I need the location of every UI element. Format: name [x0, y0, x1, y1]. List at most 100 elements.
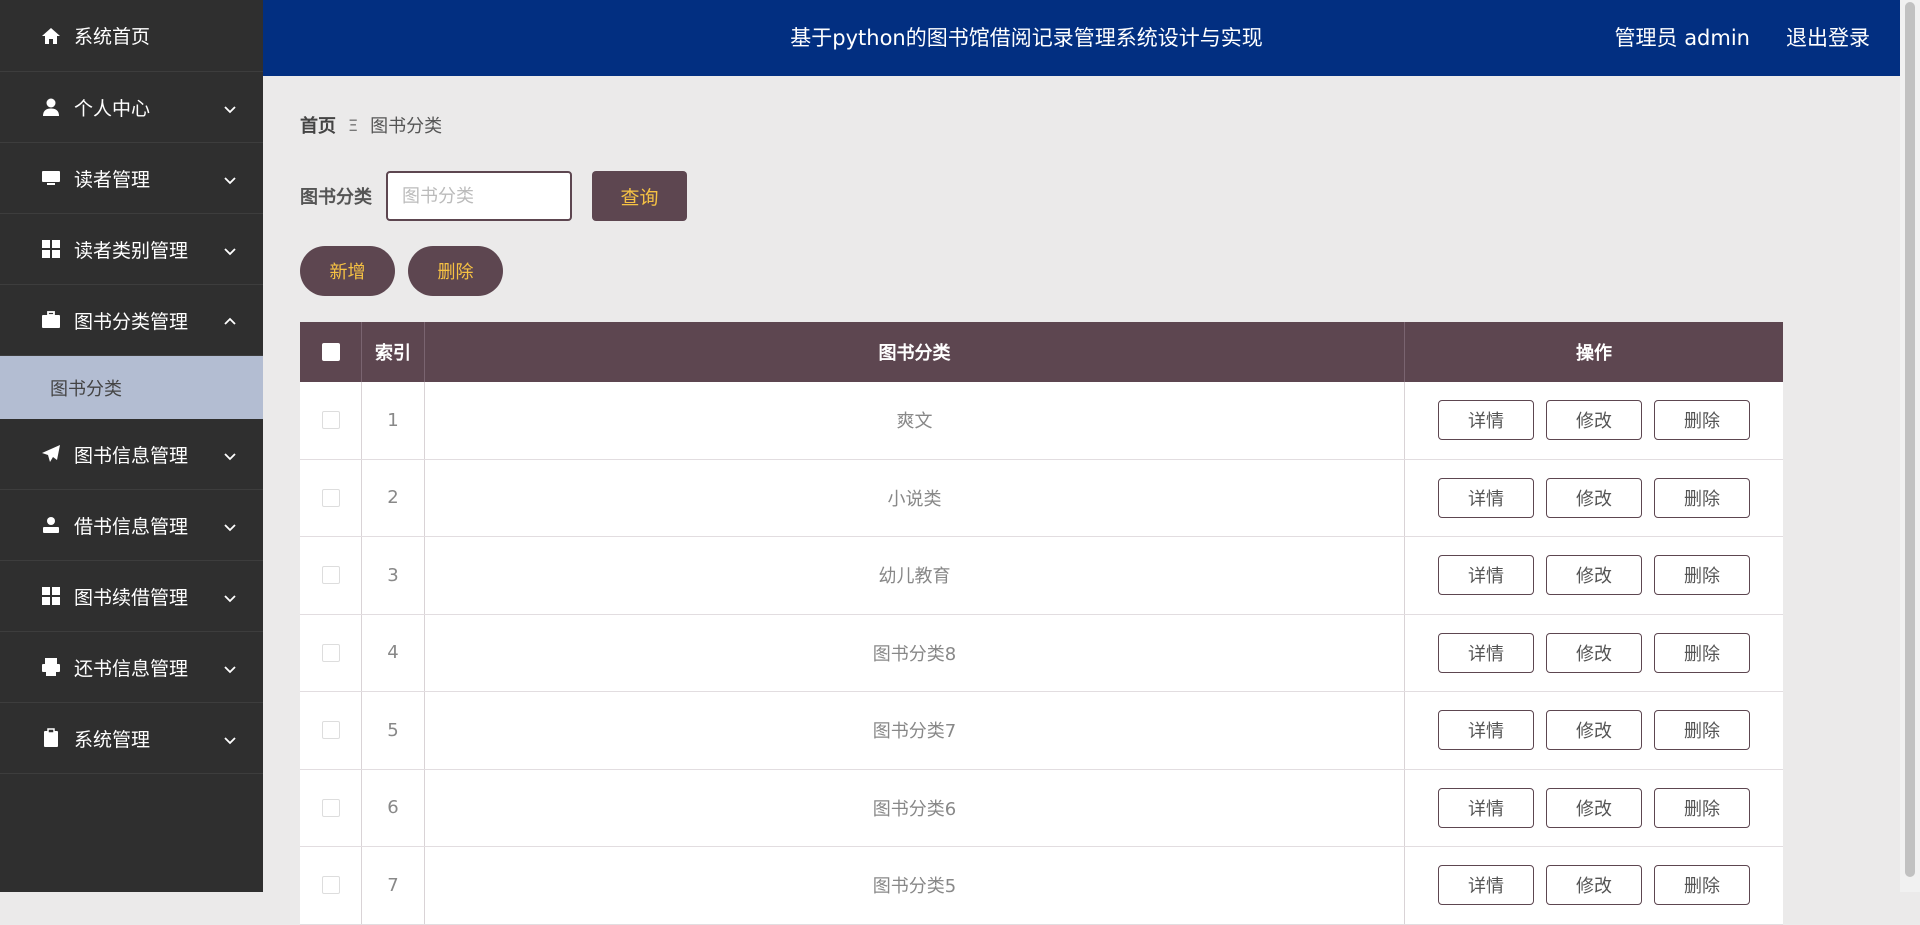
row-index: 4 [362, 614, 425, 691]
edit-button[interactable]: 修改 [1546, 477, 1642, 518]
breadcrumb-current: 图书分类 [370, 116, 443, 137]
row-checkbox-cell [300, 847, 362, 924]
table-row: 1 爽文 详情 修改 删除 [300, 382, 1783, 460]
row-checkbox[interactable] [321, 643, 340, 662]
edit-button[interactable]: 修改 [1546, 400, 1642, 441]
submenu-item-label: 图书分类 [50, 378, 122, 400]
user-card-icon [40, 514, 62, 536]
batch-delete-button[interactable]: 删除 [408, 246, 503, 296]
sidebar-item-label: 读者管理 [74, 168, 151, 191]
row-operations: 详情 修改 删除 [1405, 460, 1783, 537]
sidebar-item-reader-category-management[interactable]: 读者类别管理 [0, 214, 263, 285]
sidebar-item-return-info-management[interactable]: 还书信息管理 [0, 632, 263, 703]
row-checkbox[interactable] [321, 566, 340, 585]
sidebar-item-label: 系统管理 [74, 728, 151, 751]
edit-button[interactable]: 修改 [1546, 865, 1642, 906]
book-category-table: 索引 图书分类 操作 1 爽文 详情 修改 删除 2 小说类 详情 修改 删除 3 幼儿教育 详情 修改删… [300, 322, 1783, 925]
header-category: 图书分类 [425, 322, 1405, 382]
detail-button[interactable]: 详情 [1438, 400, 1534, 441]
paper-plane-icon [40, 443, 62, 465]
chevron-down-icon [223, 99, 237, 114]
row-category-name: 图书分类8 [425, 614, 1405, 691]
row-checkbox[interactable] [321, 411, 340, 430]
delete-button[interactable]: 删除 [1654, 477, 1750, 518]
sidebar-item-renew-management[interactable]: 图书续借管理 [0, 561, 263, 632]
table-body: 1 爽文 详情 修改 删除 2 小说类 详情 修改 删除 3 幼儿教育 详情 修改 删除 4 图书分类8 详情 修改… [300, 382, 1783, 925]
table-row: 6 图书分类6 详情 修改 删除 [300, 769, 1783, 847]
table-row: 5 图书分类7 详情 修改 删除 [300, 692, 1783, 770]
chevron-down-icon [223, 517, 237, 532]
current-user-label: 管理员 admin [1614, 26, 1750, 50]
row-checkbox[interactable] [321, 488, 340, 507]
delete-button[interactable]: 删除 [1654, 632, 1750, 673]
detail-button[interactable]: 详情 [1438, 787, 1534, 828]
row-checkbox-cell [300, 692, 362, 769]
delete-button[interactable]: 删除 [1654, 555, 1750, 596]
sidebar-item-label: 个人中心 [74, 97, 151, 120]
sidebar-item-borrow-info-management[interactable]: 借书信息管理 [0, 490, 263, 561]
monitor-icon [40, 167, 62, 189]
table-row: 3 幼儿教育 详情 修改 删除 [300, 537, 1783, 615]
search-input[interactable] [386, 171, 572, 221]
row-category-name: 爽文 [425, 382, 1405, 459]
top-header: 基于python的图书馆借阅记录管理系统设计与实现 管理员 admin 退出登录 [263, 0, 1900, 76]
edit-button[interactable]: 修改 [1546, 555, 1642, 596]
sidebar-item-reader-management[interactable]: 读者管理 [0, 143, 263, 214]
select-all-checkbox[interactable] [321, 343, 340, 361]
scrollbar-thumb[interactable] [1905, 2, 1915, 877]
detail-button[interactable]: 详情 [1438, 710, 1534, 751]
vertical-scrollbar[interactable] [1900, 0, 1920, 892]
row-checkbox-cell [300, 537, 362, 614]
edit-button[interactable]: 修改 [1546, 632, 1642, 673]
add-button[interactable]: 新增 [300, 246, 395, 296]
grid-icon [40, 238, 62, 260]
detail-button[interactable]: 详情 [1438, 632, 1534, 673]
breadcrumb-home[interactable]: 首页 [300, 112, 336, 138]
sidebar-item-label: 读者类别管理 [74, 239, 189, 262]
row-index: 6 [362, 769, 425, 846]
action-bar: 新增 删除 [300, 246, 516, 296]
detail-button[interactable]: 详情 [1438, 865, 1534, 906]
chevron-down-icon [223, 241, 237, 256]
breadcrumb-separator: Ξ [348, 115, 359, 135]
sidebar-item-book-info-management[interactable]: 图书信息管理 [0, 419, 263, 490]
table-header: 索引 图书分类 操作 [300, 322, 1783, 382]
delete-button[interactable]: 删除 [1654, 400, 1750, 441]
row-checkbox[interactable] [321, 798, 340, 817]
table-row: 7 图书分类5 详情 修改 删除 [300, 847, 1783, 925]
row-checkbox[interactable] [321, 721, 340, 740]
row-operations: 详情 修改 删除 [1405, 537, 1783, 614]
sidebar-item-label: 图书分类管理 [74, 310, 189, 333]
row-index: 7 [362, 847, 425, 924]
detail-button[interactable]: 详情 [1438, 555, 1534, 596]
sidebar-item-personal-center[interactable]: 个人中心 [0, 72, 263, 143]
sidebar-item-home[interactable]: 系统首页 [0, 0, 263, 72]
sidebar: 系统首页 个人中心 读者管理 读者类别管理 图书分类管理 图书分类 图书信息管理… [0, 0, 263, 892]
row-checkbox-cell [300, 614, 362, 691]
header-operations: 操作 [1576, 343, 1612, 364]
edit-button[interactable]: 修改 [1546, 787, 1642, 828]
row-category-name: 图书分类6 [425, 769, 1405, 846]
chevron-down-icon [223, 730, 237, 745]
sidebar-item-system-management[interactable]: 系统管理 [0, 703, 263, 774]
grid-icon [40, 585, 62, 607]
home-icon [40, 25, 62, 47]
submenu-item-book-category[interactable]: 图书分类 [0, 356, 263, 419]
row-category-name: 图书分类7 [425, 692, 1405, 769]
logout-link[interactable]: 退出登录 [1786, 0, 1870, 76]
delete-button[interactable]: 删除 [1654, 787, 1750, 828]
detail-button[interactable]: 详情 [1438, 477, 1534, 518]
sidebar-item-label: 借书信息管理 [74, 515, 189, 538]
sidebar-item-label: 图书信息管理 [74, 444, 189, 467]
delete-button[interactable]: 删除 [1654, 865, 1750, 906]
row-operations: 详情 修改 删除 [1405, 770, 1783, 847]
edit-button[interactable]: 修改 [1546, 710, 1642, 751]
breadcrumb: 首页 Ξ 图书分类 [300, 112, 442, 138]
row-index: 1 [362, 382, 425, 459]
briefcase-icon [40, 309, 62, 331]
sidebar-item-book-category-management[interactable]: 图书分类管理 [0, 285, 263, 356]
row-operations: 详情 修改 删除 [1405, 847, 1783, 924]
sidebar-item-label: 图书续借管理 [74, 586, 189, 609]
query-button[interactable]: 查询 [592, 171, 687, 221]
delete-button[interactable]: 删除 [1654, 710, 1750, 751]
